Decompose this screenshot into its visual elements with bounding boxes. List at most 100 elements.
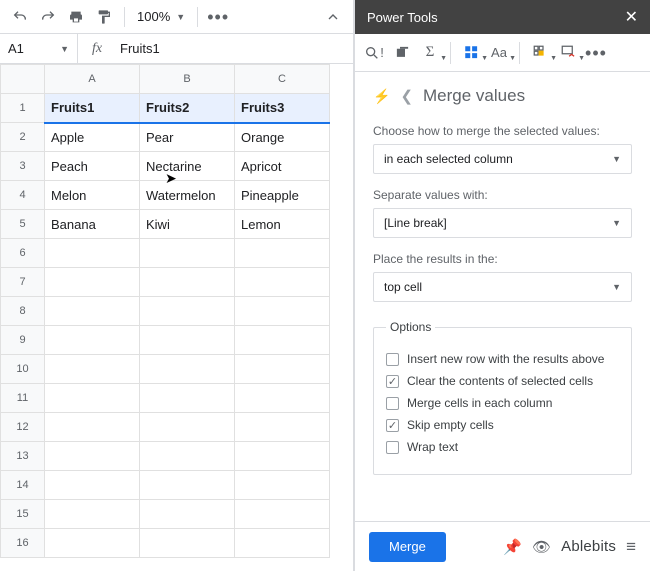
cell[interactable]: Melon [45, 181, 140, 210]
column-header[interactable]: B [140, 65, 235, 94]
merge-button[interactable]: Merge [369, 532, 446, 562]
print-button[interactable] [64, 5, 88, 29]
tool-search[interactable]: ! [363, 42, 385, 64]
help-icon[interactable]: 👁 [532, 538, 551, 556]
row-header[interactable]: 10 [1, 355, 45, 384]
tool-grid[interactable]: ▼ [460, 42, 482, 64]
row-header[interactable]: 16 [1, 529, 45, 558]
option-row[interactable]: Clear the contents of selected cells [386, 374, 619, 388]
cell[interactable] [45, 529, 140, 558]
cell[interactable]: Fruits2 [140, 94, 235, 123]
cell[interactable] [235, 413, 330, 442]
cell[interactable] [235, 239, 330, 268]
zoom-dropdown[interactable]: 100%▼ [133, 9, 189, 24]
checkbox[interactable] [386, 419, 399, 432]
cell[interactable] [45, 297, 140, 326]
close-button[interactable]: ✕ [625, 7, 638, 27]
row-header[interactable]: 5 [1, 210, 45, 239]
cell[interactable]: Orange [235, 123, 330, 152]
cell[interactable] [235, 326, 330, 355]
cell[interactable] [235, 471, 330, 500]
checkbox[interactable] [386, 397, 399, 410]
cell[interactable] [140, 384, 235, 413]
tool-dedupe[interactable] [391, 42, 413, 64]
cell[interactable]: Fruits1 [45, 94, 140, 123]
row-header[interactable]: 13 [1, 442, 45, 471]
cell[interactable] [140, 529, 235, 558]
cell[interactable] [45, 413, 140, 442]
row-header[interactable]: 9 [1, 326, 45, 355]
cell[interactable] [45, 500, 140, 529]
cell[interactable] [140, 355, 235, 384]
cell[interactable] [235, 355, 330, 384]
cell[interactable] [45, 471, 140, 500]
cell[interactable]: Nectarine [140, 152, 235, 181]
tool-sum[interactable]: Σ▼ [419, 42, 441, 64]
row-header[interactable]: 15 [1, 500, 45, 529]
cell[interactable] [235, 529, 330, 558]
checkbox[interactable] [386, 441, 399, 454]
cell[interactable]: Pineapple [235, 181, 330, 210]
row-header[interactable]: 11 [1, 384, 45, 413]
cell[interactable] [140, 413, 235, 442]
cell[interactable]: Apple [45, 123, 140, 152]
tool-more[interactable]: ••• [585, 42, 607, 64]
option-row[interactable]: Insert new row with the results above [386, 352, 619, 366]
cell[interactable]: Banana [45, 210, 140, 239]
select-all-corner[interactable] [1, 65, 45, 94]
undo-button[interactable] [8, 5, 32, 29]
option-row[interactable]: Skip empty cells [386, 418, 619, 432]
cell[interactable] [235, 384, 330, 413]
tool-text[interactable]: Aa▼ [488, 42, 510, 64]
row-header[interactable]: 1 [1, 94, 45, 123]
name-box[interactable]: A1▼ [0, 34, 78, 63]
tool-cells1[interactable]: ▼ [529, 42, 551, 64]
collapse-toolbar-button[interactable] [321, 5, 345, 29]
checkbox[interactable] [386, 375, 399, 388]
tool-cells2[interactable]: ▼ [557, 42, 579, 64]
formula-value[interactable]: Fruits1 [116, 41, 160, 56]
column-header[interactable]: A [45, 65, 140, 94]
option-row[interactable]: Merge cells in each column [386, 396, 619, 410]
cell[interactable] [45, 384, 140, 413]
cell[interactable] [235, 297, 330, 326]
cell[interactable] [45, 442, 140, 471]
menu-button[interactable]: ≡ [626, 537, 636, 557]
cell[interactable]: Lemon [235, 210, 330, 239]
option-row[interactable]: Wrap text [386, 440, 619, 454]
more-button[interactable]: ••• [206, 5, 230, 29]
cell[interactable] [45, 268, 140, 297]
cell[interactable] [235, 442, 330, 471]
pin-icon[interactable]: 📌 [503, 538, 522, 556]
paint-format-button[interactable] [92, 5, 116, 29]
cell[interactable] [140, 268, 235, 297]
cell[interactable] [45, 239, 140, 268]
redo-button[interactable] [36, 5, 60, 29]
back-button[interactable]: ❮ [400, 87, 413, 105]
cell[interactable] [235, 500, 330, 529]
separator-select[interactable]: [Line break]▼ [373, 208, 632, 238]
cell[interactable] [235, 268, 330, 297]
row-header[interactable]: 14 [1, 471, 45, 500]
cell[interactable] [140, 239, 235, 268]
cell[interactable]: Fruits3 [235, 94, 330, 123]
cell[interactable] [45, 326, 140, 355]
grid[interactable]: ABC 1Fruits1Fruits2Fruits32ApplePearOran… [0, 64, 353, 571]
cell[interactable] [45, 355, 140, 384]
row-header[interactable]: 6 [1, 239, 45, 268]
cell[interactable]: Apricot [235, 152, 330, 181]
cell[interactable]: Watermelon [140, 181, 235, 210]
row-header[interactable]: 8 [1, 297, 45, 326]
column-header[interactable]: C [235, 65, 330, 94]
cell[interactable]: Pear [140, 123, 235, 152]
row-header[interactable]: 3 [1, 152, 45, 181]
cell[interactable] [140, 297, 235, 326]
cell[interactable] [140, 326, 235, 355]
row-header[interactable]: 7 [1, 268, 45, 297]
cell[interactable]: Kiwi [140, 210, 235, 239]
row-header[interactable]: 12 [1, 413, 45, 442]
cell[interactable]: Peach [45, 152, 140, 181]
cell[interactable] [140, 500, 235, 529]
checkbox[interactable] [386, 353, 399, 366]
cell[interactable] [140, 471, 235, 500]
